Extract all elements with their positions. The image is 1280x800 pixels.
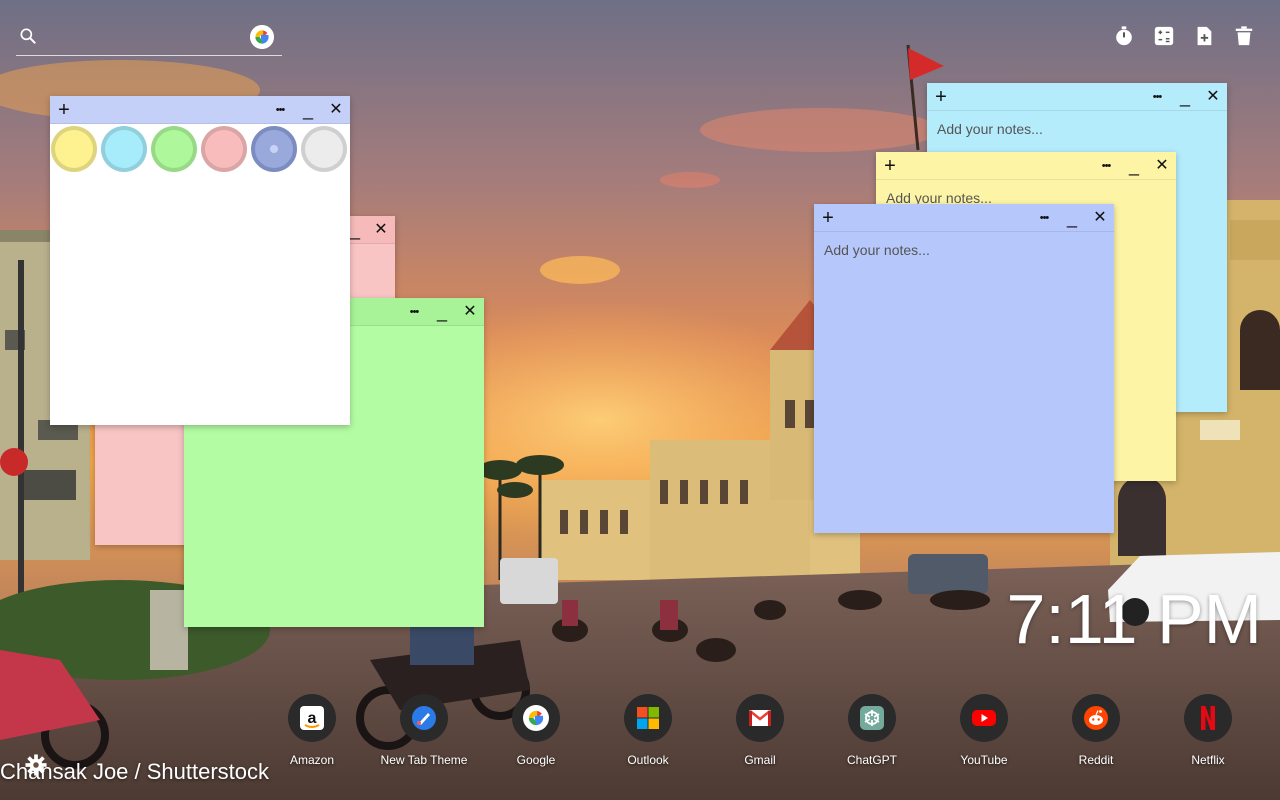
sticky-note-blue[interactable]: + ••• _ ✕ Add your notes...	[814, 204, 1114, 533]
shortcut-label: Outlook	[627, 753, 669, 767]
note-text-area[interactable]: Add your notes...	[927, 111, 1227, 147]
timer-icon[interactable]	[1112, 24, 1136, 48]
more-options-icon[interactable]: •••	[268, 96, 292, 124]
note-header[interactable]: + ••• _ ✕	[876, 152, 1176, 180]
color-swatch-blue[interactable]	[251, 126, 297, 172]
close-icon[interactable]: ✕	[1150, 152, 1174, 180]
add-note-icon[interactable]: +	[816, 204, 840, 232]
note-header[interactable]: + ••• _ ✕	[927, 83, 1227, 111]
shortcut-outlook[interactable]: Outlook	[592, 694, 704, 767]
reddit-icon	[1072, 694, 1120, 742]
youtube-icon	[960, 694, 1008, 742]
color-swatch-yellow[interactable]	[51, 126, 97, 172]
shortcut-label: YouTube	[960, 753, 1008, 767]
add-note-icon[interactable]: +	[878, 152, 902, 180]
amazon-icon: a	[288, 694, 336, 742]
search-icon[interactable]	[18, 26, 38, 46]
netflix-icon	[1184, 694, 1232, 742]
more-options-icon[interactable]: •••	[402, 298, 426, 326]
add-note-icon[interactable]: +	[52, 96, 76, 124]
search-input[interactable]	[46, 24, 246, 50]
clock: 7:11 PM	[1006, 580, 1263, 658]
shortcut-label: Amazon	[289, 753, 335, 767]
color-palette	[50, 124, 350, 174]
close-icon[interactable]: ✕	[458, 298, 482, 326]
shortcut-netflix[interactable]: Netflix	[1152, 694, 1264, 767]
shortcut-google[interactable]: Google	[480, 694, 592, 767]
minimize-icon[interactable]: _	[430, 298, 454, 326]
outlook-icon	[624, 694, 672, 742]
shortcut-label: Google	[516, 753, 556, 767]
minimize-icon[interactable]: _	[1173, 83, 1197, 111]
add-note-icon[interactable]: +	[929, 83, 953, 111]
tool-bar	[1112, 24, 1256, 48]
minimize-icon[interactable]: _	[1060, 204, 1084, 232]
close-icon[interactable]: ✕	[369, 216, 393, 244]
gmail-icon	[736, 694, 784, 742]
shortcut-label: Netflix	[1191, 753, 1225, 767]
shortcut-chatgpt[interactable]: ChatGPT	[816, 694, 928, 767]
gear-icon[interactable]	[25, 754, 47, 776]
close-icon[interactable]: ✕	[324, 96, 348, 124]
google-icon	[512, 694, 560, 742]
note-header[interactable]: + ••• _ ✕	[814, 204, 1114, 232]
color-swatch-pink[interactable]	[201, 126, 247, 172]
sticky-note-white[interactable]: + ••• _ ✕	[50, 96, 350, 425]
shortcut-label: ChatGPT	[846, 753, 897, 767]
shortcut-new-tab-theme[interactable]: New Tab Theme	[368, 694, 480, 767]
color-swatch-cyan[interactable]	[101, 126, 147, 172]
shortcut-label: New Tab Theme	[380, 753, 468, 767]
google-icon[interactable]	[250, 25, 274, 49]
svg-text:a: a	[308, 710, 317, 727]
more-options-icon[interactable]: •••	[1145, 83, 1169, 111]
more-options-icon[interactable]: •••	[1094, 152, 1118, 180]
shortcuts-dock: a Amazon New Tab Theme Google Outlook Gm…	[256, 694, 1264, 767]
shortcut-youtube[interactable]: YouTube	[928, 694, 1040, 767]
color-swatch-green[interactable]	[151, 126, 197, 172]
shortcut-label: Gmail	[744, 753, 776, 767]
shortcut-amazon[interactable]: a Amazon	[256, 694, 368, 767]
note-text-area[interactable]: Add your notes...	[814, 232, 1114, 268]
more-options-icon[interactable]: •••	[1032, 204, 1056, 232]
minimize-icon[interactable]: _	[296, 96, 320, 124]
close-icon[interactable]: ✕	[1201, 83, 1225, 111]
close-icon[interactable]: ✕	[1088, 204, 1112, 232]
search-bar	[16, 20, 282, 56]
minimize-icon[interactable]: _	[1122, 152, 1146, 180]
trash-icon[interactable]	[1232, 24, 1256, 48]
note-header[interactable]: + ••• _ ✕	[50, 96, 350, 124]
shortcut-gmail[interactable]: Gmail	[704, 694, 816, 767]
shortcut-reddit[interactable]: Reddit	[1040, 694, 1152, 767]
color-swatch-gray[interactable]	[301, 126, 347, 172]
shortcut-label: Reddit	[1078, 753, 1114, 767]
calculator-icon[interactable]	[1152, 24, 1176, 48]
new-tab-theme-icon	[400, 694, 448, 742]
add-note-icon[interactable]	[1192, 24, 1216, 48]
chatgpt-icon	[848, 694, 896, 742]
